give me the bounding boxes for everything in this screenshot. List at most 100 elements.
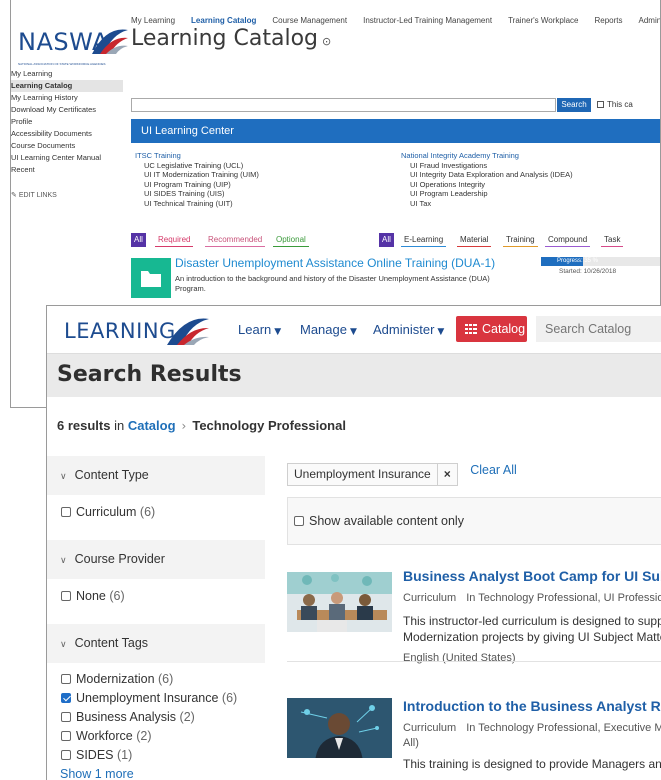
- filter-option-sides[interactable]: SIDES (1): [47, 746, 265, 765]
- naswa-logo[interactable]: NASWA NATIONAL ASSOCIATION OF STATE WORK…: [18, 22, 130, 66]
- list-item[interactable]: UC Legislative Training (UCL): [135, 161, 259, 171]
- tab-optional[interactable]: Optional: [273, 233, 309, 247]
- tab-all-type[interactable]: All: [379, 233, 394, 247]
- nav-my-learning[interactable]: My Learning: [131, 16, 175, 25]
- sidebar-item-recent[interactable]: Recent: [11, 164, 123, 176]
- nav-course-management[interactable]: Course Management: [272, 16, 347, 25]
- edit-links-label: EDIT LINKS: [18, 192, 57, 199]
- administer-menu[interactable]: Administer ▼: [373, 322, 444, 337]
- filter-chip-label: Unemployment Insurance: [294, 467, 431, 481]
- tab-e-learning[interactable]: E-Learning: [401, 233, 447, 247]
- list-item[interactable]: UI Program Leadership: [401, 189, 573, 199]
- course-title-link[interactable]: Disaster Unemployment Assistance Online …: [175, 256, 495, 270]
- result-description-line: This instructor-led curriculum is design…: [403, 614, 661, 628]
- tab-all-requirement[interactable]: All: [131, 233, 146, 247]
- available-only-label: Show available content only: [309, 514, 464, 528]
- chevron-down-icon: ▼: [349, 327, 357, 337]
- sidebar-item-certificates[interactable]: Download My Certificates: [11, 104, 123, 116]
- filter-option-business-analysis[interactable]: Business Analysis (2): [47, 708, 265, 727]
- filter-group-content-type[interactable]: ∨ Content Type: [47, 456, 265, 495]
- search-button[interactable]: Search: [557, 98, 591, 112]
- filter-option-label: SIDES: [76, 748, 114, 762]
- learning-logo[interactable]: LEARNING: [64, 319, 176, 343]
- filter-group-content-tags[interactable]: ∨ Content Tags: [47, 624, 265, 663]
- list-item[interactable]: UI SIDES Training (UIS): [135, 189, 259, 199]
- filter-option-workforce[interactable]: Workforce (2): [47, 727, 265, 746]
- checkbox-checked-icon: [61, 693, 71, 703]
- chevron-down-icon: ∨: [60, 640, 67, 650]
- page-title: Search Results: [57, 362, 242, 387]
- filter-group-label: Course Provider: [74, 552, 165, 566]
- top-nav: My Learning Learning Catalog Course Mana…: [131, 16, 660, 25]
- filter-option-count: (1): [117, 748, 133, 762]
- sidebar-item-course-documents[interactable]: Course Documents: [11, 140, 123, 152]
- filter-option-label: Unemployment Insurance: [76, 691, 219, 705]
- folder-icon[interactable]: [131, 258, 171, 298]
- list-item[interactable]: UI Fraud Investigations: [401, 161, 573, 171]
- show-more-link[interactable]: Show 1 more: [47, 765, 265, 780]
- nav-ilt-management[interactable]: Instructor-Led Training Management: [363, 16, 492, 25]
- course-description: An introduction to the background and hi…: [175, 274, 490, 293]
- tab-compound[interactable]: Compound: [545, 233, 591, 247]
- learn-menu[interactable]: Learn ▼: [238, 322, 281, 337]
- chevron-down-icon: ▼: [437, 327, 445, 337]
- clear-all-link[interactable]: Clear All: [470, 463, 517, 477]
- tab-task[interactable]: Task: [601, 233, 624, 247]
- nav-reports[interactable]: Reports: [595, 16, 623, 25]
- list-item[interactable]: UI IT Modernization Training (UIM): [135, 170, 259, 180]
- tab-recommended[interactable]: Recommended: [205, 233, 266, 247]
- sidebar-item-learning-history[interactable]: My Learning History: [11, 92, 123, 104]
- catalog-search-input[interactable]: [131, 98, 556, 112]
- catalog-button[interactable]: Catalog: [456, 316, 527, 342]
- sidebar-item-my-learning[interactable]: My Learning: [11, 68, 123, 80]
- sidebar-item-profile[interactable]: Profile: [11, 116, 123, 128]
- pencil-icon: ✎: [11, 192, 19, 199]
- tab-training[interactable]: Training: [503, 233, 538, 247]
- course-thumbnail[interactable]: [287, 698, 392, 758]
- result-title-link[interactable]: Introduction to the Business Analyst Ro: [403, 698, 661, 714]
- list-item[interactable]: UI Operations Integrity: [401, 180, 573, 190]
- result-title-link[interactable]: Business Analyst Boot Camp for UI Sub: [403, 568, 661, 584]
- result-type: Curriculum: [403, 592, 457, 604]
- course-thumbnail[interactable]: [287, 572, 392, 632]
- list-item[interactable]: UI Technical Training (UIT): [135, 199, 259, 209]
- sidebar-item-learning-catalog[interactable]: Learning Catalog: [11, 80, 123, 92]
- itsc-training-heading[interactable]: ITSC Training: [135, 151, 259, 161]
- tab-required[interactable]: Required: [155, 233, 194, 247]
- filter-group-course-provider[interactable]: ∨ Course Provider: [47, 540, 265, 579]
- search-catalog-input[interactable]: [536, 316, 661, 342]
- manage-menu-label: Manage: [300, 322, 347, 337]
- filter-option-unemployment-insurance[interactable]: Unemployment Insurance (6): [47, 689, 265, 708]
- list-item[interactable]: UI Tax: [401, 199, 573, 209]
- info-icon[interactable]: ⊙: [322, 35, 331, 48]
- sidebar-item-manual[interactable]: UI Learning Center Manual: [11, 152, 123, 164]
- close-icon[interactable]: ×: [436, 464, 451, 485]
- filter-group-label: Content Type: [74, 468, 149, 482]
- filter-option-none[interactable]: None (6): [47, 587, 265, 606]
- integrity-academy-column: National Integrity Academy Training UI F…: [401, 151, 573, 208]
- chevron-right-icon: ›: [181, 419, 187, 433]
- available-only-toggle[interactable]: Show available content only: [287, 497, 661, 545]
- breadcrumb-catalog-link[interactable]: Catalog: [128, 418, 176, 433]
- manage-menu[interactable]: Manage ▼: [300, 322, 357, 337]
- progress-label: Progress: 35 %: [557, 258, 599, 264]
- result-category: In Technology Professional, Executive Ma: [466, 722, 661, 734]
- filter-option-modernization[interactable]: Modernization (6): [47, 670, 265, 689]
- sidebar-item-accessibility[interactable]: Accessibility Documents: [11, 128, 123, 140]
- learn-menu-label: Learn: [238, 322, 272, 337]
- result-description: This instructor-led curriculum is design…: [403, 613, 661, 645]
- edit-links[interactable]: ✎ EDIT LINKS: [11, 190, 123, 202]
- nav-learning-catalog[interactable]: Learning Catalog: [191, 16, 256, 25]
- catalog-search-row: Search This ca: [131, 98, 660, 112]
- filter-option-label: Business Analysis: [76, 710, 177, 724]
- nav-administration[interactable]: Administ: [639, 16, 660, 25]
- integrity-academy-heading[interactable]: National Integrity Academy Training: [401, 151, 573, 161]
- filter-option-count: (2): [136, 729, 152, 743]
- this-catalog-checkbox[interactable]: This ca: [597, 100, 633, 109]
- nav-trainers-workplace[interactable]: Trainer's Workplace: [508, 16, 578, 25]
- list-item[interactable]: UI Integrity Data Exploration and Analys…: [401, 170, 573, 180]
- filter-option-curriculum[interactable]: Curriculum (6): [47, 503, 265, 522]
- chevron-down-icon: ▼: [274, 327, 282, 337]
- list-item[interactable]: UI Program Training (UIP): [135, 180, 259, 190]
- tab-material[interactable]: Material: [457, 233, 492, 247]
